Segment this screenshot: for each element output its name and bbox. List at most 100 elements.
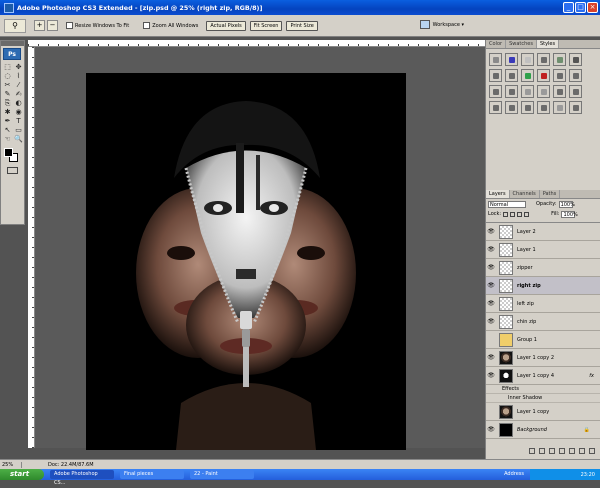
eye-icon[interactable]: 👁	[486, 264, 496, 271]
zoom-all-windows-checkbox[interactable]: Zoom All Windows	[143, 22, 198, 29]
tool-button[interactable]: ▭	[13, 126, 24, 135]
add-mask-icon[interactable]	[549, 448, 555, 454]
tab-paths[interactable]: Paths	[540, 190, 561, 198]
layer-row[interactable]: 👁 chin zip	[486, 313, 600, 331]
style-swatch[interactable]	[521, 85, 534, 98]
tab-styles[interactable]: Styles	[536, 40, 560, 48]
style-swatch[interactable]	[489, 101, 502, 114]
taskbar-item-paint[interactable]: 22 - Paint	[190, 470, 254, 479]
foreground-color[interactable]	[4, 148, 13, 157]
tool-button[interactable]: ✍	[13, 90, 24, 99]
new-group-icon[interactable]	[569, 448, 575, 454]
resize-windows-checkbox[interactable]: Resize Windows To Fit	[66, 22, 129, 29]
style-swatch[interactable]	[553, 85, 566, 98]
taskbar-item-final-pieces[interactable]: Final pieces	[120, 470, 184, 479]
tab-channels[interactable]: Channels	[510, 190, 540, 198]
layer-row[interactable]: 👁 Layer 1 copy 4 fx	[486, 367, 600, 385]
style-swatch[interactable]	[553, 69, 566, 82]
tool-button[interactable]: ⎘	[2, 99, 13, 108]
new-layer-icon[interactable]	[579, 448, 585, 454]
style-swatch[interactable]	[537, 85, 550, 98]
style-swatch[interactable]	[489, 53, 502, 66]
style-swatch[interactable]	[553, 53, 566, 66]
style-swatch[interactable]	[521, 101, 534, 114]
toolbox-grip[interactable]	[1, 41, 24, 46]
tool-button[interactable]: ✎	[2, 90, 13, 99]
tool-button[interactable]: ⁄	[13, 81, 24, 90]
eye-icon[interactable]: 👁	[486, 372, 496, 379]
tool-button[interactable]: ↖	[2, 126, 13, 135]
zoom-out-button[interactable]: −	[47, 20, 58, 31]
layer-row[interactable]: Group 1	[486, 331, 600, 349]
print-size-button[interactable]: Print Size	[286, 20, 318, 31]
style-swatch[interactable]	[489, 69, 502, 82]
checkbox-box[interactable]	[143, 22, 151, 29]
image-canvas[interactable]	[86, 73, 406, 450]
style-swatch[interactable]	[569, 101, 582, 114]
lock-image-icon[interactable]	[510, 211, 516, 217]
style-swatch[interactable]	[505, 85, 518, 98]
adjustment-layer-icon[interactable]	[559, 448, 565, 454]
tool-button[interactable]: ⬚	[2, 63, 13, 72]
ps-logo[interactable]: Ps	[3, 48, 21, 60]
lock-position-icon[interactable]	[517, 211, 523, 217]
link-layers-icon[interactable]	[529, 448, 535, 454]
tool-button[interactable]: ✂	[2, 81, 13, 90]
style-swatch[interactable]	[521, 69, 534, 82]
fx-icon[interactable]: fx	[589, 373, 594, 379]
layer-row[interactable]: 👁 Layer 2	[486, 223, 600, 241]
style-swatch[interactable]	[505, 69, 518, 82]
fit-screen-button[interactable]: Fit Screen	[249, 20, 283, 31]
lock-transparent-icon[interactable]	[503, 211, 509, 217]
color-swatches[interactable]	[2, 147, 23, 163]
zoom-level[interactable]: 25%	[0, 461, 22, 468]
lock-all-icon[interactable]	[524, 211, 530, 217]
blend-mode-select[interactable]: Normal	[488, 200, 526, 208]
eye-icon[interactable]: 👁	[486, 282, 496, 289]
horizontal-ruler[interactable]	[28, 40, 485, 47]
layer-row[interactable]: 👁 Layer 1	[486, 241, 600, 259]
tool-button[interactable]: ✱	[2, 108, 13, 117]
style-swatch[interactable]	[505, 53, 518, 66]
minimize-button[interactable]: _	[563, 2, 574, 13]
checkbox-box[interactable]	[66, 22, 73, 29]
document-info[interactable]: Doc: 22.4M/87.6M	[48, 462, 94, 468]
layer-row[interactable]: 👁 Background 🔒	[486, 421, 600, 439]
tool-button[interactable]: T	[13, 117, 24, 126]
eye-icon[interactable]: 👁	[486, 300, 496, 307]
layer-row[interactable]: 👁 left zip	[486, 295, 600, 313]
vertical-ruler[interactable]	[28, 47, 35, 448]
eye-icon[interactable]: 👁	[486, 246, 496, 253]
tool-button[interactable]: ✥	[13, 63, 24, 72]
tool-button[interactable]: ✒	[2, 117, 13, 126]
tool-button[interactable]: ◉	[13, 108, 24, 117]
tool-button[interactable]: ⌇	[13, 72, 24, 81]
tab-color[interactable]: Color	[486, 40, 507, 48]
tab-swatches[interactable]: Swatches	[506, 40, 537, 48]
taskbar-item-photoshop[interactable]: Adobe Photoshop CS...	[50, 470, 114, 486]
eye-icon[interactable]: 👁	[486, 426, 496, 433]
tool-button[interactable]: ◌	[2, 72, 13, 81]
maximize-button[interactable]: □	[575, 2, 586, 13]
eye-icon[interactable]: 👁	[486, 318, 496, 325]
close-button[interactable]: ×	[587, 2, 598, 13]
style-swatch[interactable]	[505, 101, 518, 114]
start-button[interactable]: start	[0, 469, 44, 480]
zoom-in-button[interactable]: +	[34, 20, 45, 31]
style-swatch[interactable]	[569, 69, 582, 82]
fill-input[interactable]: 100%	[561, 210, 578, 218]
layer-row[interactable]: Layer 1 copy	[486, 403, 600, 421]
inner-shadow-row[interactable]: Inner Shadow	[486, 394, 600, 403]
add-style-icon[interactable]	[539, 448, 545, 454]
tab-layers[interactable]: Layers	[486, 190, 510, 198]
style-swatch[interactable]	[521, 53, 534, 66]
tool-button[interactable]: 🔍	[13, 135, 24, 144]
tool-button[interactable]: ◐	[13, 99, 24, 108]
layer-row[interactable]: 👁 zipper	[486, 259, 600, 277]
style-swatch[interactable]	[569, 53, 582, 66]
workspace-menu[interactable]: Workspace ▾	[419, 20, 464, 29]
style-swatch[interactable]	[569, 85, 582, 98]
style-swatch[interactable]	[537, 101, 550, 114]
style-swatch[interactable]	[537, 69, 550, 82]
style-swatch[interactable]	[537, 53, 550, 66]
